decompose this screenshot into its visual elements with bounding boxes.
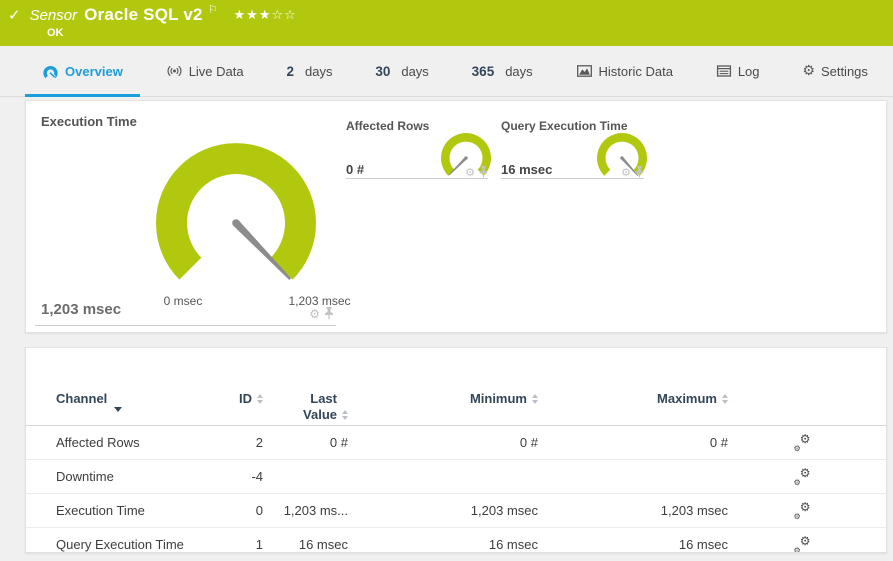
object-kind-label: Sensor <box>29 7 78 24</box>
execution-time-gauge <box>156 143 316 280</box>
channel-maximum: 16 msec <box>678 537 728 552</box>
tab-label: Settings <box>820 63 868 79</box>
gauge-min-label: 0 msec <box>163 294 203 308</box>
sensor-title: Oracle SQL v2 <box>84 5 203 24</box>
gauge-title: Query Execution Time <box>501 119 628 133</box>
stars-filled[interactable]: ★★★ <box>234 8 272 23</box>
gauge-settings-icon[interactable]: ⚙ <box>621 167 631 178</box>
channel-minimum: 16 msec <box>488 537 538 552</box>
tab-30-days[interactable]: 30 days <box>358 46 446 96</box>
gauge-settings-icon[interactable]: ⚙ <box>465 167 475 178</box>
column-header-label: Last <box>310 391 337 406</box>
tab-log[interactable]: Log <box>699 46 777 96</box>
tab-live-data[interactable]: Live Data <box>149 46 261 96</box>
status-check-icon: ✓ <box>8 6 21 24</box>
tab-2-days[interactable]: 2 days <box>269 46 349 96</box>
tab-label: days <box>505 63 533 79</box>
channel-id: -4 <box>251 469 263 484</box>
channel-id: 1 <box>255 537 263 552</box>
gauge-value: 0 # <box>346 162 365 177</box>
gauge-value: 16 msec <box>501 162 553 177</box>
gauge-title: Execution Time <box>41 114 137 129</box>
tab-number: 365 <box>471 63 495 79</box>
channel-last-value: 0 # <box>329 435 348 450</box>
channel-last-value: 1,203 ms... <box>283 503 348 518</box>
tab-historic-data[interactable]: Historic Data <box>559 46 690 96</box>
sensor-tab-bar: Overview Live Data 2 days 30 days 365 da… <box>0 46 893 97</box>
query-execution-time-gauge-panel: Query Execution Time 16 msec ⚙ <box>501 119 647 179</box>
gauge-settings-icon[interactable]: ⚙ <box>309 308 320 320</box>
log-icon <box>716 65 731 77</box>
table-row: Affected Rows 2 0 # 0 # 0 # ⚙ ⚙ <box>26 426 886 460</box>
status-badge: OK <box>47 27 64 39</box>
channel-name: Query Execution Time <box>56 537 184 552</box>
column-header-label: Channel <box>56 391 108 406</box>
tab-label: Historic Data <box>598 63 673 79</box>
column-header-minimum[interactable]: Minimum <box>348 348 538 425</box>
column-header-last-value[interactable]: Last Value <box>263 348 348 425</box>
table-row: Query Execution Time 1 16 msec 16 msec 1… <box>26 528 886 553</box>
tab-settings[interactable]: ⚙ Settings <box>785 46 885 96</box>
sort-desc-icon <box>114 407 123 412</box>
column-header-label: Minimum <box>469 391 527 406</box>
channel-settings-icon[interactable]: ⚙ ⚙ <box>794 432 811 453</box>
live-data-icon <box>167 66 182 76</box>
tab-number: 2 <box>286 63 294 79</box>
tab-label: Log <box>737 63 760 79</box>
column-header-label: Maximum <box>657 391 717 406</box>
sensor-header: ✓ Sensor Oracle SQL v2 ⚐ ★★★☆☆ OK <box>0 0 893 46</box>
channel-settings-icon[interactable]: ⚙ ⚙ <box>794 534 811 553</box>
column-header-id[interactable]: ID <box>226 348 263 425</box>
gauges-panel: Execution Time 0 msec 1,203 msec 1,203 m… <box>25 100 887 333</box>
channel-table-header: Channel ID Last Value Minimum Maximum <box>26 348 886 426</box>
channel-table-panel: Channel ID Last Value Minimum Maximum Af… <box>25 347 887 553</box>
priority-stars[interactable]: ★★★☆☆ <box>234 8 297 23</box>
channel-maximum: 1,203 msec <box>660 503 728 518</box>
historic-data-icon <box>576 65 592 77</box>
channel-id: 2 <box>255 435 263 450</box>
tab-label: Live Data <box>188 63 244 79</box>
column-header-maximum[interactable]: Maximum <box>538 348 728 425</box>
column-header-label: Value <box>303 407 337 422</box>
channel-id: 0 <box>255 503 263 518</box>
pin-icon[interactable] <box>324 307 334 320</box>
channel-settings-icon[interactable]: ⚙ ⚙ <box>794 500 811 521</box>
pin-icon[interactable] <box>479 166 488 178</box>
pin-icon[interactable] <box>635 166 644 178</box>
tab-label: days <box>401 63 429 79</box>
stars-empty[interactable]: ☆☆ <box>271 8 296 23</box>
gauge-icon <box>43 65 58 78</box>
tab-label: Overview <box>65 63 123 79</box>
channel-settings-icon[interactable]: ⚙ ⚙ <box>794 466 811 487</box>
flag-icon: ⚐ <box>207 3 218 16</box>
column-header-label: ID <box>239 391 252 406</box>
execution-time-gauge-panel: Execution Time 0 msec 1,203 msec 1,203 m… <box>35 101 351 326</box>
channel-maximum: 0 # <box>709 435 728 450</box>
channel-minimum: 0 # <box>519 435 538 450</box>
gauge-max-label: 1,203 msec <box>288 294 351 308</box>
table-row: Downtime -4 ⚙ ⚙ <box>26 460 886 494</box>
table-row: Execution Time 0 1,203 ms... 1,203 msec … <box>26 494 886 528</box>
channel-name: Affected Rows <box>56 435 140 450</box>
channel-last-value: 16 msec <box>298 537 348 552</box>
tab-365-days[interactable]: 365 days <box>455 46 550 96</box>
gauge-value: 1,203 msec <box>41 301 122 318</box>
tab-number: 30 <box>375 63 391 79</box>
column-header-channel[interactable]: Channel <box>26 348 226 425</box>
channel-minimum: 1,203 msec <box>470 503 538 518</box>
tab-label: days <box>304 63 333 79</box>
tab-overview[interactable]: Overview <box>25 46 140 97</box>
channel-name: Execution Time <box>56 503 145 518</box>
affected-rows-gauge-panel: Affected Rows 0 # ⚙ <box>346 119 491 179</box>
channel-name: Downtime <box>56 469 114 484</box>
settings-gear-icon: ⚙ <box>802 63 815 79</box>
gauge-title: Affected Rows <box>346 119 430 133</box>
